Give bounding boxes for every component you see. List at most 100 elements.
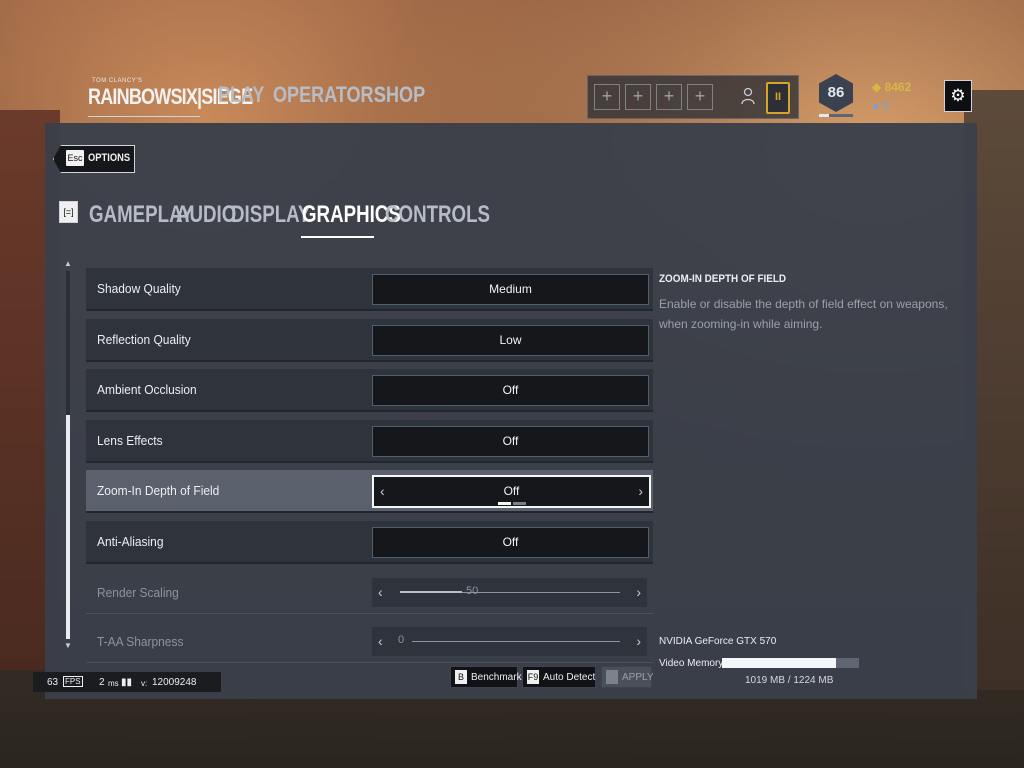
vram-usage-fill: [722, 658, 836, 668]
squad-slot-1[interactable]: +: [594, 84, 620, 110]
setting-row-render-scaling: Render Scaling ‹ 50 ›: [86, 572, 653, 614]
setting-label: Render Scaling: [97, 584, 179, 600]
settings-list: Shadow Quality Medium Reflection Quality…: [86, 268, 653, 671]
fps-unit: FPS: [63, 676, 83, 687]
nav-shop[interactable]: SHOP: [374, 82, 425, 108]
setting-label: Lens Effects: [97, 432, 163, 448]
ping-value: 2: [99, 677, 105, 688]
setting-label: Shadow Quality: [97, 281, 181, 296]
help-title: ZOOM-IN DEPTH OF FIELD: [659, 273, 787, 285]
auto-detect-key-icon: F9: [527, 670, 539, 684]
setting-row-reflection-quality[interactable]: Reflection Quality Low: [86, 318, 653, 362]
squad-slot-2[interactable]: +: [625, 84, 651, 110]
setting-label: T-AA Sharpness: [97, 634, 184, 650]
tab-display[interactable]: DISPLAY: [231, 201, 310, 229]
gear-icon: ⚙: [950, 86, 966, 105]
scroll-down-icon[interactable]: ▼: [64, 641, 72, 651]
setting-selector[interactable]: Off: [372, 526, 649, 558]
credits-value: 0: [882, 99, 890, 113]
chevron-left-icon: ‹: [378, 583, 383, 600]
help-text: Enable or disable the depth of field eff…: [659, 297, 948, 331]
setting-label: Ambient Occlusion: [97, 382, 197, 398]
setting-value: Off: [502, 383, 519, 398]
back-label: OPTIONS: [88, 152, 131, 164]
game-logo[interactable]: TOM CLANCY'S RAINBOWSIX|SIEGE: [88, 78, 253, 117]
top-bar: TOM CLANCY'S RAINBOWSIX|SIEGE PLAY OPERA…: [0, 0, 1024, 123]
renown-value: 8462: [884, 80, 912, 94]
tab-bumper-icon[interactable]: [=]: [59, 201, 78, 223]
chevron-right-icon: ›: [636, 583, 641, 600]
benchmark-key-icon: B: [455, 670, 467, 684]
vram-label: Video Memory:: [659, 658, 727, 669]
setting-row-zoom-in-dof[interactable]: Zoom-In Depth of Field ‹ Off ›: [86, 470, 653, 514]
fps-value: 63: [47, 677, 59, 688]
settings-scrollbar[interactable]: ▲ ▼: [64, 259, 72, 651]
setting-row-shadow-quality[interactable]: Shadow Quality Medium: [86, 268, 653, 311]
scroll-up-icon[interactable]: ▲: [64, 259, 72, 269]
setting-row-anti-aliasing[interactable]: Anti-Aliasing Off: [86, 520, 653, 564]
setting-selector[interactable]: Off: [372, 375, 649, 407]
gpu-name: NVIDIA GeForce GTX 570: [659, 636, 777, 647]
nav-play[interactable]: PLAY: [218, 82, 264, 108]
apply-button[interactable]: APPLY: [601, 666, 654, 688]
level-badge[interactable]: 86: [819, 74, 853, 112]
settings-button[interactable]: ⚙: [944, 80, 972, 112]
user-icon[interactable]: [740, 87, 756, 105]
slider-value: 50: [466, 584, 479, 597]
setting-value: Off: [503, 484, 520, 499]
renown-counter: ◆ 8462: [872, 80, 911, 94]
options-panel: Esc OPTIONS [=] GAMEPLAY AUDIO DISPLAY G…: [45, 123, 977, 699]
chevron-left-icon: ‹: [378, 633, 383, 650]
squad-panel: + + + + II: [587, 75, 799, 119]
setting-label: Anti-Aliasing: [97, 533, 164, 549]
renown-icon: ◆: [872, 80, 882, 94]
squad-slot-3[interactable]: +: [656, 84, 682, 110]
version-value: 12009248: [152, 677, 197, 688]
slider-value: 0: [398, 634, 405, 647]
tab-audio[interactable]: AUDIO: [176, 201, 236, 229]
setting-row-taa-sharpness: T-AA Sharpness ‹ 0 ›: [86, 621, 653, 664]
esc-key-icon: Esc: [66, 150, 84, 166]
chevron-right-icon[interactable]: ›: [638, 483, 643, 499]
active-tab-indicator: [301, 236, 374, 238]
setting-selector[interactable]: Off: [372, 425, 649, 457]
chevron-right-icon: ›: [636, 633, 641, 650]
setting-label: Zoom-In Depth of Field: [97, 483, 220, 499]
setting-value: Off: [502, 433, 519, 448]
signal-icon: ▮▮: [121, 677, 133, 688]
setting-value: Medium: [489, 282, 532, 296]
auto-detect-button[interactable]: F9 Auto Detect: [522, 666, 596, 688]
setting-row-ambient-occlusion[interactable]: Ambient Occlusion Off: [86, 369, 653, 413]
taa-sharpness-slider: ‹ 0 ›: [372, 627, 647, 657]
setting-value: Off: [502, 534, 519, 549]
scroll-thumb[interactable]: [66, 415, 70, 639]
render-scaling-slider: ‹ 50 ›: [372, 577, 647, 607]
setting-row-lens-effects[interactable]: Lens Effects Off: [86, 419, 653, 463]
credits-icon: ●: [872, 99, 880, 113]
level-progress-bar: [819, 114, 853, 117]
tab-controls[interactable]: CONTROLS: [385, 201, 490, 229]
auto-detect-label: Auto Detect: [543, 672, 596, 683]
slider-track: [412, 641, 620, 643]
performance-overlay: 63 FPS 2 ms ▮▮ v: 12009248: [33, 672, 221, 692]
benchmark-label: Benchmark: [471, 672, 522, 683]
vram-usage-bar: [722, 658, 859, 668]
apply-label: APPLY: [622, 672, 654, 683]
back-button[interactable]: Esc OPTIONS: [53, 145, 135, 173]
option-pager: [498, 502, 526, 506]
squad-slot-4[interactable]: +: [687, 84, 713, 110]
rank-badge[interactable]: II: [766, 82, 790, 114]
benchmark-button[interactable]: B Benchmark: [450, 666, 522, 688]
setting-value: Low: [499, 332, 522, 347]
apply-key-icon: [606, 670, 618, 684]
nav-operators[interactable]: OPERATORS: [273, 82, 386, 108]
setting-selector[interactable]: Low: [372, 324, 649, 356]
setting-selector[interactable]: ‹ Off ›: [372, 475, 651, 509]
setting-selector[interactable]: Medium: [372, 274, 649, 305]
ping-unit: ms: [108, 679, 119, 688]
credits-counter: ● 0: [872, 99, 889, 113]
vram-readout: 1019 MB / 1224 MB: [745, 675, 834, 686]
version-prefix: v:: [141, 679, 148, 688]
slider-fill: [400, 590, 462, 593]
setting-label: Reflection Quality: [97, 331, 191, 347]
